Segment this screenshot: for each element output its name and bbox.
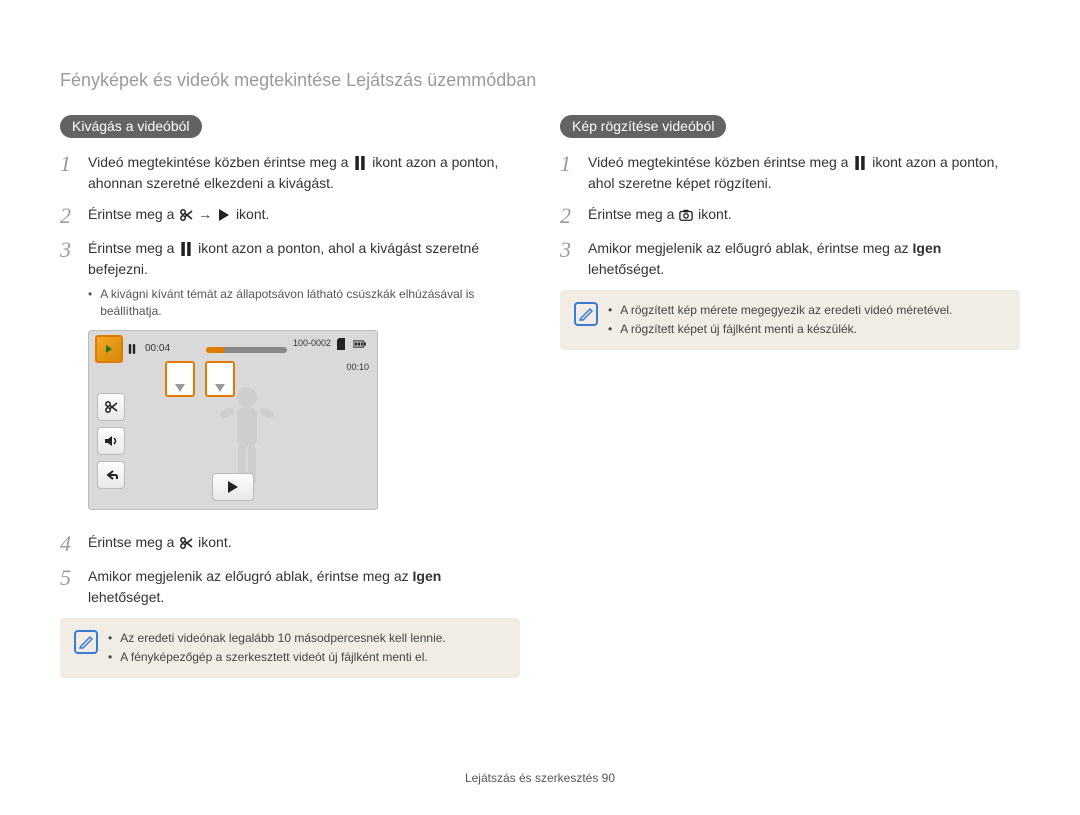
step5-text-post: lehetőséget. [88, 589, 164, 605]
right-column: Kép rögzítése videóból 1 Videó megtekint… [560, 115, 1020, 678]
r-step3-post: lehetőséget. [588, 261, 664, 277]
progress-track [206, 347, 286, 353]
trim-handle-start [165, 361, 195, 397]
step2-text-post: ikont. [236, 206, 269, 222]
step-number: 3 [560, 238, 578, 262]
step3-sub-text: A kivágni kívánt témát az állapotsávon l… [100, 286, 520, 320]
bullet-icon [608, 321, 612, 338]
bullet-icon [108, 630, 112, 647]
step-5: 5 Amikor megjelenik az előugró ablak, ér… [60, 566, 520, 608]
note-icon [74, 630, 98, 654]
note-left-line2: A fényképezőgép a szerkesztett videót új… [120, 649, 428, 666]
step-3: 3 Érintse meg a ikont azon a ponton, aho… [60, 238, 520, 522]
step-4: 4 Érintse meg a ikont. [60, 532, 520, 556]
note-right-line1: A rögzített kép mérete megegyezik az ere… [620, 302, 952, 319]
r-step2-post: ikont. [698, 206, 731, 222]
step-number: 2 [560, 204, 578, 228]
file-id: 100-0002 [293, 337, 331, 351]
volume-button [97, 427, 125, 455]
step-number: 1 [560, 152, 578, 176]
step-2: 2 Érintse meg a → ikont. [60, 204, 520, 228]
pause-icon [853, 156, 867, 170]
step5-text-pre: Amikor megjelenik az előugró ablak, érin… [88, 568, 413, 584]
battery-icon [352, 339, 368, 349]
pause-icon [179, 242, 193, 256]
elapsed-time: 00:04 [145, 341, 170, 356]
step-number: 4 [60, 532, 78, 556]
bullet-icon [108, 649, 112, 666]
page-footer: Lejátszás és szerkesztés 90 [0, 771, 1080, 785]
note-right-line2: A rögzített képet új fájlként menti a ké… [620, 321, 857, 338]
step-number: 1 [60, 152, 78, 176]
step5-strong: Igen [413, 568, 442, 584]
play-button [212, 473, 254, 501]
note-left-line1: Az eredeti videónak legalább 10 másodper… [120, 630, 446, 647]
capture-icon [679, 208, 693, 222]
scissors-icon [179, 208, 193, 222]
back-button [97, 461, 125, 489]
step-2: 2 Érintse meg a ikont. [560, 204, 1020, 228]
memory-card-icon [336, 338, 346, 350]
bullet-icon [608, 302, 612, 319]
video-thumbnail-icon [95, 335, 123, 363]
step-number: 3 [60, 238, 78, 262]
step1-text-pre: Videó megtekintése közben érintse meg a [88, 154, 352, 170]
section-pill-capture: Kép rögzítése videóból [560, 115, 726, 138]
scissors-button [97, 393, 125, 421]
step-number: 5 [60, 566, 78, 590]
note-box-right: A rögzített kép mérete megegyezik az ere… [560, 290, 1020, 350]
step3-text-pre: Érintse meg a [88, 240, 178, 256]
step2-arrow: → [198, 206, 216, 222]
step-1: 1 Videó megtekintése közben érintse meg … [560, 152, 1020, 194]
left-column: Kivágás a videóból 1 Videó megtekintése … [60, 115, 520, 678]
step-3: 3 Amikor megjelenik az előugró ablak, ér… [560, 238, 1020, 280]
note-box-left: Az eredeti videónak legalább 10 másodper… [60, 618, 520, 678]
step4-text-post: ikont. [198, 534, 231, 550]
pause-icon [353, 156, 367, 170]
step-number: 2 [60, 204, 78, 228]
note-icon [574, 302, 598, 326]
step-1: 1 Videó megtekintése közben érintse meg … [60, 152, 520, 194]
step2-text-pre: Érintse meg a [88, 206, 178, 222]
r-step3-strong: Igen [913, 240, 942, 256]
r-step1-pre: Videó megtekintése közben érintse meg a [588, 154, 852, 170]
r-step3-pre: Amikor megjelenik az előugró ablak, érin… [588, 240, 913, 256]
step3-sub-bullet: A kivágni kívánt témát az állapotsávon l… [88, 286, 520, 320]
device-screenshot: 00:04 100-0002 [88, 330, 378, 510]
scissors-icon [179, 536, 193, 550]
section-pill-trim: Kivágás a videóból [60, 115, 202, 138]
bullet-icon [88, 286, 92, 320]
step4-text-pre: Érintse meg a [88, 534, 178, 550]
play-icon [217, 208, 231, 222]
r-step2-pre: Érintse meg a [588, 206, 678, 222]
page-title: Fényképek és videók megtekintése Lejátsz… [60, 70, 1020, 91]
pause-icon [128, 344, 136, 354]
